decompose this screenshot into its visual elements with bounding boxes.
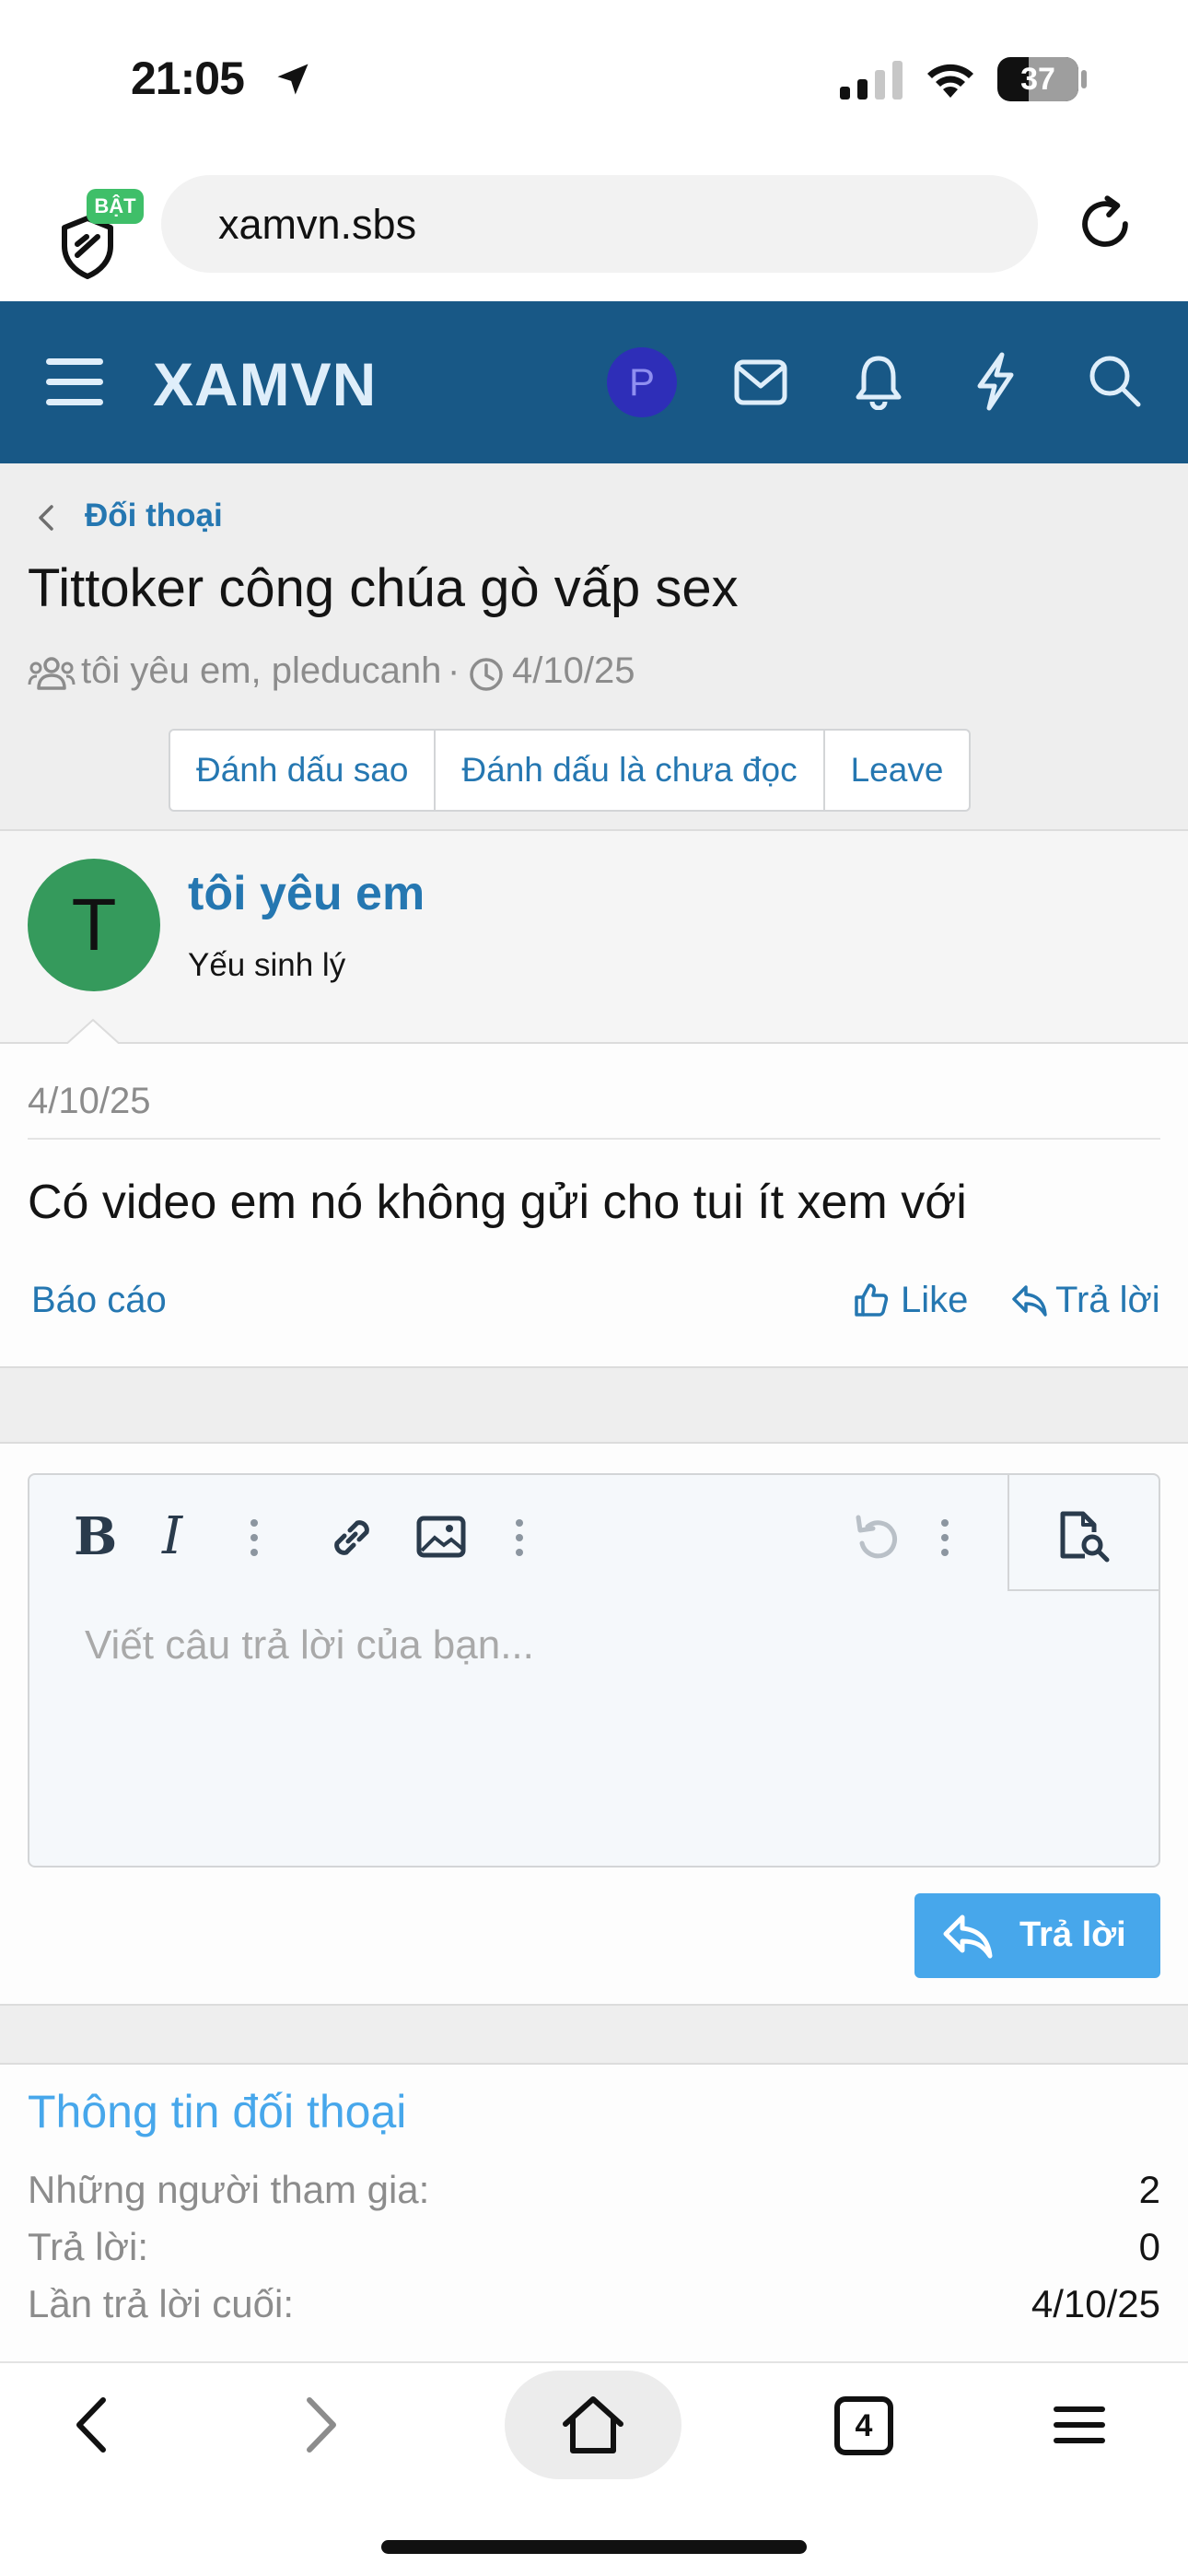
conversation-info: Thông tin đối thoại Những người tham gia…: [0, 2065, 1188, 2361]
toolbar-divider: [1007, 1475, 1009, 1591]
search-icon[interactable]: [1087, 353, 1144, 410]
message-username[interactable]: tôi yêu em: [188, 866, 425, 921]
reload-icon[interactable]: [1073, 192, 1137, 256]
status-bar: 21:05 37: [0, 0, 1188, 161]
cellular-signal-icon: [840, 61, 903, 100]
like-button[interactable]: Like: [853, 1272, 973, 1328]
bell-icon[interactable]: [855, 353, 903, 410]
forum-header: XAMVN P: [0, 301, 1188, 463]
battery-cap: [1081, 70, 1087, 88]
envelope-icon[interactable]: [733, 358, 788, 406]
link-icon[interactable]: [326, 1512, 378, 1563]
location-arrow-icon: [277, 64, 309, 95]
section-gap: [0, 1368, 1188, 1444]
toolbar-divider: [1007, 1589, 1160, 1591]
url-text: xamvn.sbs: [218, 201, 417, 248]
url-field[interactable]: xamvn.sbs: [161, 175, 1038, 273]
star-button[interactable]: Đánh dấu sao: [170, 731, 437, 810]
shield-status-badge: BẬT: [87, 189, 144, 224]
chevron-left-icon[interactable]: [35, 504, 57, 532]
hamburger-menu-icon[interactable]: [44, 355, 105, 410]
section-gap: [0, 2006, 1188, 2065]
undo-icon[interactable]: [855, 1514, 901, 1562]
battery-level: 37: [1020, 62, 1055, 97]
quick-reply: B I Viết câu trả lời của bạn... Trả lời: [0, 1444, 1188, 2006]
breadcrumb[interactable]: Đối thoại: [85, 498, 223, 534]
submit-reply-label: Trả lời: [1019, 1915, 1126, 1954]
italic-icon[interactable]: I: [162, 1506, 182, 1566]
reply-link-label: Trả lời: [1055, 1280, 1160, 1320]
home-indicator: [381, 2540, 807, 2554]
message-body: 4/10/25 Có video em nó không gửi cho tui…: [0, 1044, 1188, 1368]
status-time: 21:05: [131, 53, 245, 104]
privacy-shield-button[interactable]: BẬT: [52, 189, 144, 281]
message-user-block: T tôi yêu em Yếu sinh lý: [0, 829, 1188, 1046]
browser-toolbar: 4: [0, 2361, 1188, 2576]
browser-url-bar: BẬT xamvn.sbs: [0, 161, 1188, 301]
info-value: 0: [1138, 2225, 1160, 2268]
info-title: Thông tin đối thoại: [28, 2086, 407, 2137]
info-label: Trả lời:: [28, 2225, 148, 2268]
menu-icon[interactable]: [1052, 2404, 1107, 2446]
thread-action-group: Đánh dấu sao Đánh dấu là chưa đọc Leave: [169, 729, 972, 812]
more-vertical-icon[interactable]: [514, 1516, 525, 1560]
thread-date: 4/10/25: [512, 650, 635, 691]
leave-button[interactable]: Leave: [825, 731, 970, 810]
page-title: Tittoker công chúa gò vấp sex: [28, 558, 739, 618]
message-date[interactable]: 4/10/25: [28, 1081, 150, 1122]
submit-reply-button[interactable]: Trả lời: [914, 1893, 1160, 1978]
users-icon: [28, 657, 76, 690]
more-vertical-icon[interactable]: [939, 1516, 950, 1560]
info-row-last-reply: Lần trả lời cuối: 4/10/25: [28, 2282, 1160, 2337]
back-icon[interactable]: [72, 2396, 111, 2453]
reply-icon: [1012, 1285, 1047, 1317]
info-row-participants: Những người tham gia: 2: [28, 2168, 1160, 2223]
meta-separator: ·: [448, 650, 460, 691]
reply-icon: [943, 1914, 993, 1959]
shield-icon: [62, 216, 113, 279]
home-button[interactable]: [505, 2371, 681, 2479]
info-label: Những người tham gia:: [28, 2168, 430, 2211]
wifi-icon: [927, 64, 973, 98]
more-vertical-icon[interactable]: [249, 1516, 260, 1560]
message-pointer: [64, 1018, 122, 1046]
user-title: Yếu sinh lý: [188, 947, 346, 983]
participants-list: tôi yêu em, pleducanh: [81, 650, 442, 691]
home-icon: [563, 2396, 623, 2453]
info-value: 4/10/25: [1031, 2282, 1160, 2325]
reply-link[interactable]: Trả lời: [1011, 1272, 1168, 1328]
site-logo[interactable]: XAMVN: [153, 349, 377, 419]
mark-unread-button[interactable]: Đánh dấu là chưa đọc: [436, 731, 825, 810]
info-row-replies: Trả lời: 0: [28, 2225, 1160, 2280]
report-link[interactable]: Báo cáo: [31, 1280, 167, 1321]
user-avatar[interactable]: P: [607, 347, 677, 417]
tabs-button[interactable]: 4: [834, 2396, 893, 2455]
avatar[interactable]: T: [28, 859, 160, 991]
message-text: Có video em nó không gửi cho tui ít xem …: [28, 1176, 967, 1229]
preview-icon[interactable]: [1057, 1510, 1112, 1563]
battery-icon: 37: [997, 57, 1078, 101]
thread-header: Đối thoại Tittoker công chúa gò vấp sex …: [0, 463, 1188, 829]
info-label: Lần trả lời cuối:: [28, 2282, 295, 2325]
divider: [28, 1138, 1160, 1140]
image-icon[interactable]: [416, 1516, 466, 1558]
clock-icon: [470, 658, 503, 691]
thumbs-up-icon: [855, 1283, 889, 1317]
forward-icon[interactable]: [302, 2396, 341, 2453]
lightning-icon[interactable]: [974, 351, 1017, 412]
reply-placeholder: Viết câu trả lời của bạn...: [85, 1622, 534, 1668]
like-label: Like: [901, 1280, 969, 1320]
bold-icon[interactable]: B: [74, 1506, 117, 1567]
reply-editor[interactable]: B I Viết câu trả lời của bạn...: [28, 1473, 1160, 1868]
info-value: 2: [1138, 2168, 1160, 2211]
